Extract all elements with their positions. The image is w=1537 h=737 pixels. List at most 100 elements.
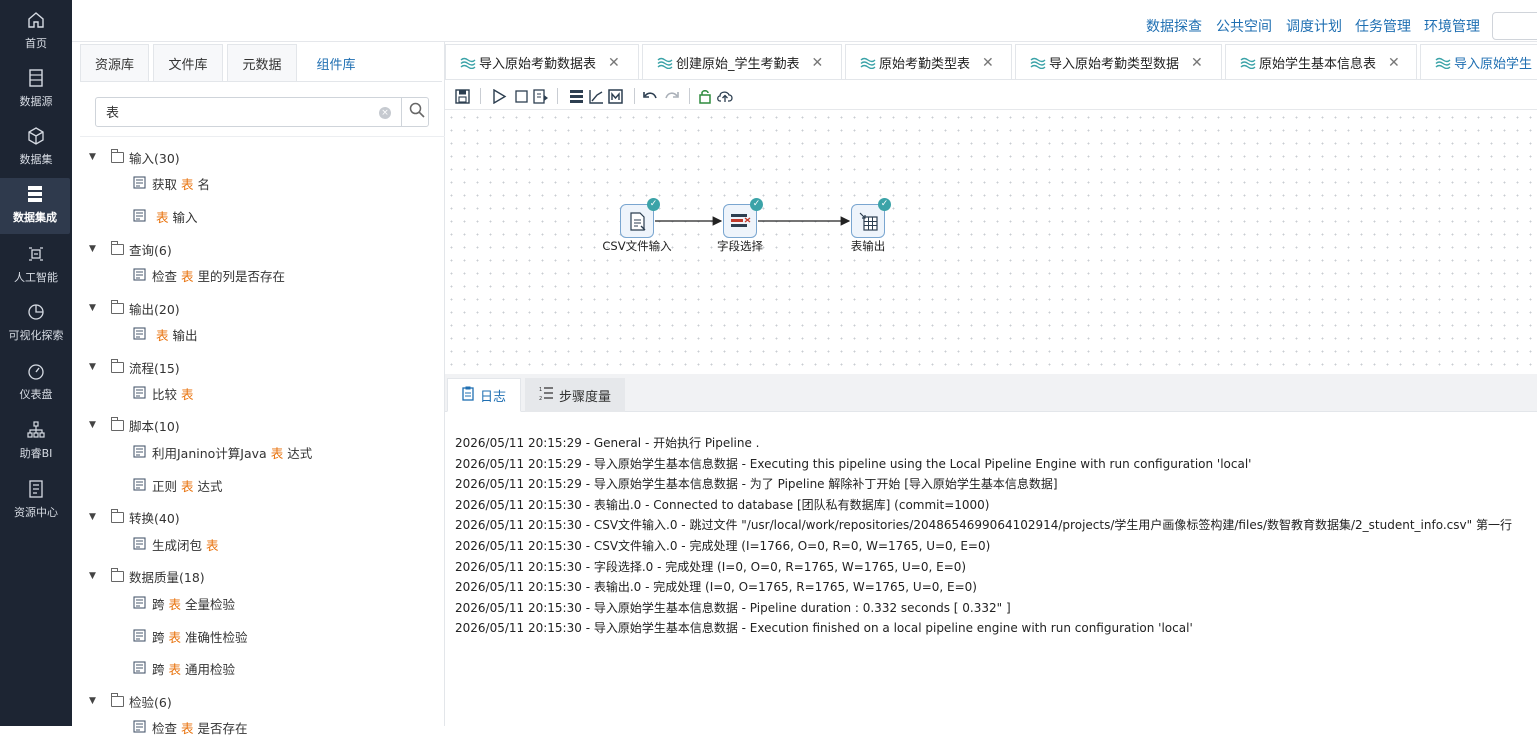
link-task-management[interactable]: 任务管理	[1355, 16, 1411, 36]
tree-item[interactable]: 表输出	[133, 325, 198, 343]
caret-down-icon[interactable]: ▼	[89, 420, 98, 430]
tree-item-post: 输出	[172, 327, 198, 343]
log-line: 2026/05/11 20:15:30 - CSV文件输入.0 - 跳过文件 "…	[455, 518, 1512, 533]
nav-item-home[interactable]: 首页	[0, 4, 72, 60]
tree-category-label: 输出(20)	[129, 301, 180, 317]
pipeline-icon	[460, 57, 476, 69]
close-icon[interactable]: ✕	[1191, 55, 1203, 71]
editor-tab[interactable]: 导入原始考勤类型数据 ✕	[1015, 44, 1222, 79]
metrics-icon[interactable]	[606, 87, 624, 105]
tree-item[interactable]: 利用Janino计算Java 表达式	[133, 443, 312, 461]
tree-item-highlight: 表	[270, 445, 284, 461]
caret-down-icon[interactable]: ▼	[89, 244, 98, 254]
editor-tab[interactable]: 原始学生基本信息表 ✕	[1225, 44, 1417, 79]
editor-tab[interactable]: 原始考勤类型表 ✕	[845, 44, 1012, 79]
close-icon[interactable]: ✕	[1388, 55, 1400, 71]
tree-category[interactable]: ▼ 数据质量(18)	[89, 567, 205, 585]
link-environment-management[interactable]: 环境管理	[1424, 16, 1480, 36]
caret-down-icon[interactable]: ▼	[89, 362, 98, 372]
nav-item-visual-explore[interactable]: 可视化探索	[0, 296, 72, 352]
caret-down-icon[interactable]: ▼	[89, 152, 98, 162]
editor-tab[interactable]: 导入原始考勤数据表 ✕	[445, 44, 639, 79]
log-icon	[462, 386, 474, 405]
tree-item[interactable]: 检查表里的列是否存在	[133, 266, 285, 284]
tab-metadata[interactable]: 元数据	[227, 44, 297, 82]
close-icon[interactable]: ✕	[608, 55, 620, 71]
nav-item-ai[interactable]: 人工智能	[0, 238, 72, 294]
tree-category[interactable]: ▼ 输入(30)	[89, 148, 180, 166]
nav-item-bi[interactable]: 助睿BI	[0, 414, 72, 470]
redo-icon[interactable]	[662, 87, 680, 105]
search-button[interactable]	[401, 97, 431, 127]
tree-category-label: 输入(30)	[129, 150, 180, 166]
log-line: 2026/05/11 20:15:30 - 导入原始学生基本信息数据 - Pip…	[455, 600, 1011, 615]
stop-icon[interactable]	[512, 87, 530, 105]
tree-category[interactable]: ▼ 输出(20)	[89, 299, 180, 317]
caret-down-icon[interactable]: ▼	[89, 512, 98, 522]
tree-category[interactable]: ▼ 流程(15)	[89, 358, 180, 376]
link-data-explore[interactable]: 数据探查	[1146, 16, 1202, 36]
close-icon[interactable]: ✕	[982, 55, 994, 71]
component-icon	[133, 629, 147, 643]
tree-category[interactable]: ▼ 检验(6)	[89, 692, 172, 710]
top-right-input[interactable]	[1492, 12, 1537, 40]
tree-item-pre: 利用Janino计算Java	[152, 445, 267, 461]
nav-item-dashboard[interactable]: 仪表盘	[0, 355, 72, 411]
layout-icon[interactable]	[567, 87, 585, 105]
component-search-input[interactable]	[106, 104, 366, 119]
tree-item[interactable]: 跨表全量检验	[133, 594, 235, 612]
tab-component-library[interactable]: 组件库	[301, 44, 371, 82]
save-icon[interactable]	[453, 87, 471, 105]
lock-icon[interactable]	[696, 87, 714, 105]
tree-item[interactable]: 生成闭包表	[133, 535, 223, 553]
org-chart-icon	[26, 420, 46, 440]
run-icon[interactable]	[490, 87, 508, 105]
step-label: CSV文件输入	[602, 239, 672, 253]
step-csv-input[interactable]: ✓	[620, 198, 660, 238]
tab-step-metrics[interactable]: 12 步骤度量	[525, 378, 626, 412]
tree-item[interactable]: 表输入	[133, 207, 198, 225]
step-table-output[interactable]: ✓	[851, 198, 891, 238]
tree-item-highlight: 表	[181, 720, 194, 736]
nav-item-data-integration[interactable]: 数据集成	[0, 178, 70, 234]
step-field-select[interactable]: ✓	[723, 198, 763, 238]
pipeline-canvas[interactable]: ✓ CSV文件输入 ✓ 字段选择 ✓ 表输出	[445, 111, 1537, 374]
tree-item[interactable]: 跨表准确性检验	[133, 627, 248, 645]
tree-item-highlight: 表	[181, 176, 194, 192]
step-metrics-icon: 12	[539, 386, 554, 404]
tree-item[interactable]: 跨表通用检验	[133, 659, 235, 677]
tree-item[interactable]: 获取表名	[133, 174, 210, 192]
caret-down-icon[interactable]: ▼	[89, 571, 98, 581]
nav-item-dataset[interactable]: 数据集	[0, 120, 72, 176]
caret-down-icon[interactable]: ▼	[89, 696, 98, 706]
link-schedule-plan[interactable]: 调度计划	[1286, 16, 1342, 36]
tree-item-pre: 跨	[152, 629, 165, 645]
undo-icon[interactable]	[641, 87, 659, 105]
clear-icon[interactable]: ×	[379, 107, 391, 119]
tree-category[interactable]: ▼ 转换(40)	[89, 508, 180, 526]
toolbar-separator	[557, 88, 558, 104]
tab-log[interactable]: 日志	[447, 378, 522, 412]
tree-item-pre: 正则	[152, 478, 178, 494]
editor-tab[interactable]: 创建原始_学生考勤表 ✕	[642, 44, 842, 79]
close-icon[interactable]: ✕	[812, 55, 824, 71]
tree-item[interactable]: 检查表是否存在	[133, 718, 248, 736]
link-public-space[interactable]: 公共空间	[1216, 16, 1272, 36]
preview-icon[interactable]	[532, 87, 550, 105]
upload-icon[interactable]	[716, 87, 734, 105]
tab-repository[interactable]: 资源库	[80, 44, 149, 82]
tree-item-pre: 获取	[152, 176, 178, 192]
tree-item-highlight: 表	[206, 537, 219, 553]
tree-category[interactable]: ▼ 脚本(10)	[89, 416, 180, 434]
analyze-icon[interactable]	[587, 87, 605, 105]
tab-file-library[interactable]: 文件库	[153, 44, 223, 82]
tree-item-pre: 检查	[152, 720, 178, 736]
nav-item-resource-center[interactable]: 资源中心	[0, 473, 72, 529]
search-icon	[409, 102, 425, 122]
editor-tab[interactable]: 导入原始学生	[1420, 44, 1537, 79]
caret-down-icon[interactable]: ▼	[89, 303, 98, 313]
tree-category[interactable]: ▼ 查询(6)	[89, 240, 172, 258]
nav-item-datasource[interactable]: 数据源	[0, 62, 72, 118]
tree-item[interactable]: 比较表	[133, 384, 198, 402]
tree-item[interactable]: 正则表达式	[133, 476, 223, 494]
